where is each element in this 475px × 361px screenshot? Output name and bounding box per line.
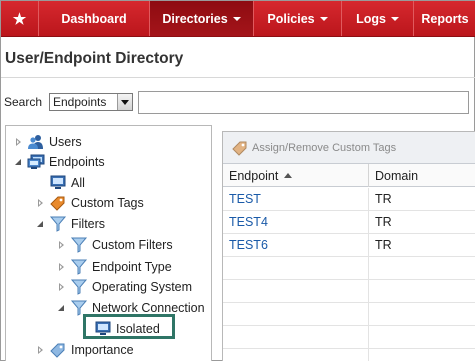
endpoint-cell[interactable]: TEST bbox=[223, 188, 369, 210]
expand-arrow-icon[interactable] bbox=[57, 262, 67, 272]
tree-node-custom-filters[interactable]: Custom Filters bbox=[57, 235, 173, 255]
expand-arrow-icon[interactable] bbox=[36, 198, 46, 208]
top-navigation-bar: ★ Dashboard Directories Policies Logs Re… bbox=[1, 1, 475, 37]
star-icon: ★ bbox=[12, 10, 27, 28]
expand-arrow-icon[interactable] bbox=[57, 240, 67, 250]
column-header-endpoint-label: Endpoint bbox=[229, 168, 279, 183]
table-row[interactable]: TEST6 TR bbox=[223, 234, 475, 257]
tree-node-endpoint-type[interactable]: Endpoint Type bbox=[57, 257, 172, 277]
collapse-arrow-icon[interactable] bbox=[57, 303, 67, 313]
empty-table-row bbox=[223, 280, 475, 303]
tree-node-custom-tags[interactable]: Custom Tags bbox=[36, 193, 144, 213]
filter-icon bbox=[70, 237, 88, 253]
nav-home-button[interactable]: ★ bbox=[1, 1, 39, 36]
title-divider bbox=[1, 77, 475, 78]
tree-node-importance[interactable]: Importance bbox=[36, 340, 134, 360]
empty-table-row bbox=[223, 326, 475, 349]
endpoint-cell[interactable]: TEST6 bbox=[223, 234, 369, 256]
endpoint-cell[interactable]: TEST4 bbox=[223, 211, 369, 233]
assign-remove-tags-label: Assign/Remove Custom Tags bbox=[252, 142, 397, 154]
nav-directories-label: Directories bbox=[162, 11, 228, 26]
search-input[interactable] bbox=[138, 91, 469, 114]
expand-arrow-icon[interactable] bbox=[57, 282, 67, 292]
tag-icon bbox=[50, 196, 65, 211]
filter-icon bbox=[49, 216, 67, 232]
nav-policies-label: Policies bbox=[267, 11, 315, 26]
chevron-down-icon bbox=[319, 16, 328, 21]
nav-dashboard-label: Dashboard bbox=[61, 11, 127, 26]
grid-header: Endpoint Domain bbox=[223, 164, 475, 187]
filter-icon bbox=[70, 259, 88, 275]
filter-icon bbox=[70, 279, 88, 295]
nav-directories-tab[interactable]: Directories bbox=[150, 1, 254, 36]
users-icon bbox=[28, 135, 43, 149]
page-title: User/Endpoint Directory bbox=[5, 50, 184, 67]
assign-remove-tags-button[interactable]: Assign/Remove Custom Tags bbox=[231, 139, 396, 157]
tag-icon bbox=[50, 343, 65, 358]
dropdown-arrow-icon[interactable] bbox=[117, 94, 132, 110]
tree-label-custom-tags: Custom Tags bbox=[71, 196, 144, 210]
column-header-domain[interactable]: Domain bbox=[369, 164, 475, 187]
tree-node-users[interactable]: Users bbox=[14, 132, 82, 152]
grid-toolbar: Assign/Remove Custom Tags bbox=[223, 132, 475, 164]
expand-arrow-icon[interactable] bbox=[14, 137, 24, 147]
tree-label-endpoints: Endpoints bbox=[49, 155, 105, 169]
tree-label-importance: Importance bbox=[71, 343, 134, 357]
tree-label-users: Users bbox=[49, 135, 82, 149]
tree-label-endpoint-type: Endpoint Type bbox=[92, 260, 172, 274]
nav-dashboard-tab[interactable]: Dashboard bbox=[39, 1, 150, 36]
sort-ascending-icon bbox=[284, 173, 293, 178]
tree-node-operating-system[interactable]: Operating System bbox=[57, 277, 192, 297]
tree-label-filters: Filters bbox=[71, 217, 106, 231]
domain-cell: TR bbox=[375, 215, 392, 229]
column-header-endpoint[interactable]: Endpoint bbox=[223, 164, 369, 187]
collapse-arrow-icon[interactable] bbox=[14, 157, 24, 167]
nav-reports-label: Reports bbox=[421, 11, 469, 26]
nav-logs-tab[interactable]: Logs bbox=[342, 1, 414, 36]
tree-node-endpoints[interactable]: Endpoints bbox=[14, 152, 105, 172]
tree-label-all: All bbox=[71, 176, 85, 190]
expand-arrow-icon[interactable] bbox=[36, 345, 46, 355]
empty-table-row bbox=[223, 349, 475, 361]
computers-icon bbox=[27, 154, 45, 169]
tree-node-all[interactable]: All bbox=[36, 173, 85, 193]
endpoint-grid: Assign/Remove Custom Tags Endpoint Domai… bbox=[222, 131, 475, 361]
tree-label-network-connection: Network Connection bbox=[92, 301, 205, 315]
domain-cell: TR bbox=[375, 192, 392, 206]
empty-table-row bbox=[223, 257, 475, 280]
search-scope-select[interactable]: Endpoints bbox=[49, 93, 133, 111]
chevron-down-icon bbox=[232, 16, 241, 21]
tag-icon bbox=[232, 141, 247, 156]
column-header-domain-label: Domain bbox=[375, 168, 419, 183]
empty-table-row bbox=[223, 303, 475, 326]
isolated-highlight-box bbox=[83, 314, 175, 339]
search-label: Search bbox=[4, 95, 43, 109]
tree-label-custom-filters: Custom Filters bbox=[92, 238, 173, 252]
nav-logs-label: Logs bbox=[356, 11, 386, 26]
search-scope-value: Endpoints bbox=[53, 95, 107, 109]
table-row[interactable]: TEST4 TR bbox=[223, 211, 475, 234]
nav-reports-tab[interactable]: Reports bbox=[414, 1, 475, 36]
chevron-down-icon bbox=[390, 16, 399, 21]
tree-label-operating-system: Operating System bbox=[92, 280, 193, 294]
collapse-arrow-icon[interactable] bbox=[36, 219, 46, 229]
domain-cell: TR bbox=[375, 238, 392, 252]
table-row[interactable]: TEST TR bbox=[223, 188, 475, 211]
tree-node-filters[interactable]: Filters bbox=[36, 214, 105, 234]
computer-icon bbox=[50, 175, 66, 189]
nav-policies-tab[interactable]: Policies bbox=[254, 1, 342, 36]
